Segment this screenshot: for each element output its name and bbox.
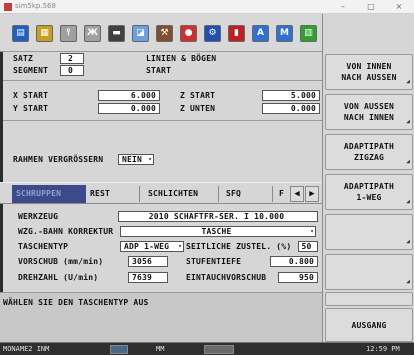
- chevron-down-icon: ▾: [310, 228, 314, 235]
- z-unten-field[interactable]: 0.000: [262, 103, 320, 114]
- corner-mark-icon: ◢: [406, 278, 410, 285]
- softkey-inside-out[interactable]: VON INNEN NACH AUSSEN ◢: [325, 54, 413, 90]
- corner-mark-icon: ◢: [406, 238, 410, 245]
- status-units: MM: [156, 345, 165, 353]
- x-start-label: X START: [13, 91, 49, 100]
- segment-label: SEGMENT: [13, 66, 49, 75]
- z-unten-label: Z UNTEN: [180, 104, 216, 113]
- colors-icon[interactable]: ●: [180, 25, 197, 42]
- satz-label: SATZ: [13, 54, 34, 63]
- softkey-empty-5[interactable]: ◢: [325, 214, 413, 250]
- eintauchvorschub-field[interactable]: 950: [278, 272, 318, 283]
- bahn-korrektur-value: TASCHE: [201, 227, 232, 236]
- y-start-label: Y START: [13, 104, 49, 113]
- eintauchvorschub-label: EINTAUCHVORSCHUB: [186, 273, 267, 282]
- tab-schlichten[interactable]: SCHLICHTEN: [148, 187, 198, 201]
- app-icon: [4, 3, 12, 11]
- seitliche-zustellung-field[interactable]: 50: [298, 241, 318, 252]
- tab-bar: SCHRUPPEN REST SCHLICHTEN SFQ F ◀ ▶: [0, 182, 322, 204]
- z-start-label: Z START: [180, 91, 216, 100]
- maximize-button[interactable]: □: [358, 0, 384, 14]
- softkey-empty-7[interactable]: [325, 292, 413, 306]
- softkey-label: AUSGANG: [351, 320, 387, 330]
- tab-sfq[interactable]: SFQ: [226, 187, 241, 201]
- bahn-korrektur-select[interactable]: TASCHE ▾: [120, 226, 316, 237]
- tools-icon[interactable]: ⚒: [156, 25, 173, 42]
- corner-mark-icon: ◢: [406, 198, 410, 205]
- softkey-empty-6[interactable]: ◢: [325, 254, 413, 290]
- werkzeug-field[interactable]: 2010 SCHAFTFR-SER. I 10.000: [118, 211, 318, 222]
- status-indicator: [110, 345, 128, 354]
- scroll-right-icon[interactable]: ▶: [305, 186, 319, 202]
- y-start-field[interactable]: 0.000: [98, 103, 160, 114]
- softkey-label: ADAPTIPATH ZIGZAG: [343, 142, 395, 162]
- scroll-left-icon[interactable]: ◀: [290, 186, 304, 202]
- graph-icon[interactable]: ▦: [36, 25, 53, 42]
- taschentyp-value: ADP 1-WEG: [124, 242, 170, 251]
- drehzahl-field[interactable]: 7639: [128, 272, 168, 283]
- z-start-field[interactable]: 5.000: [262, 90, 320, 101]
- werkzeug-label: WERKZEUG: [18, 212, 59, 221]
- corner-mark-icon: ◢: [406, 78, 410, 85]
- mode-sublabel: START: [146, 66, 172, 75]
- flag-icon[interactable]: ▮: [228, 25, 245, 42]
- status-indicator: [204, 345, 234, 354]
- tab-rest[interactable]: REST: [90, 187, 110, 201]
- vorschub-label: VORSCHUB (mm/min): [18, 257, 104, 266]
- frame-enlarge-label: RAHMEN VERGRÖSSERN: [13, 155, 104, 164]
- x-start-field[interactable]: 6.000: [98, 90, 160, 101]
- title-bar: sim5kp.568 – □ ×: [0, 0, 414, 14]
- corner-mark-icon: ◢: [406, 158, 410, 165]
- program-icon[interactable]: ▤: [12, 25, 29, 42]
- gear-icon[interactable]: ⚙: [204, 25, 221, 42]
- softkey-exit[interactable]: AUSGANG: [325, 308, 413, 342]
- taschentyp-select[interactable]: ADP 1-WEG ▾: [120, 241, 184, 252]
- message-area: WÄHLEN SIE DEN TASCHENTYP AUS: [0, 292, 322, 342]
- prompt-message: WÄHLEN SIE DEN TASCHENTYP AUS: [3, 298, 149, 307]
- softkey-adaptipath-1weg[interactable]: ADAPTIPATH 1-WEG ◢: [325, 174, 413, 210]
- softkey-panel: VON INNEN NACH AUSSEN ◢ VON AUSSEN NACH I…: [322, 14, 414, 342]
- close-button[interactable]: ×: [386, 0, 412, 14]
- divider: [3, 120, 322, 121]
- stufentiefe-field[interactable]: 0.800: [270, 256, 318, 267]
- status-bar: MONAME2 INM MM 12:59 PM: [0, 342, 414, 355]
- tab-schruppen[interactable]: SCHRUPPEN: [12, 185, 86, 203]
- taschentyp-label: TASCHENTYP: [18, 242, 69, 251]
- corner-mark-icon: ◢: [406, 118, 410, 125]
- status-program-name: MONAME2 INM: [3, 345, 50, 353]
- softkey-label: VON AUSSEN NACH INNEN: [343, 102, 395, 122]
- tab-divider: [272, 186, 273, 202]
- auto-man-icon[interactable]: M: [276, 25, 293, 42]
- drehzahl-label: DREHZAHL (U/min): [18, 273, 99, 282]
- chevron-down-icon: ▾: [178, 243, 182, 250]
- segment-field[interactable]: 0: [60, 65, 84, 76]
- machine-icon[interactable]: ▬: [108, 25, 125, 42]
- stufentiefe-label: STUFENTIEFE: [186, 257, 242, 266]
- status-time: 12:59 PM: [366, 345, 400, 353]
- frame-enlarge-select[interactable]: NEIN ▾: [118, 154, 154, 165]
- minimize-button[interactable]: –: [330, 0, 356, 14]
- tab-more[interactable]: F: [279, 187, 284, 201]
- softkey-adaptipath-zigzag[interactable]: ADAPTIPATH ZIGZAG ◢: [325, 134, 413, 170]
- book-icon[interactable]: ▥: [300, 25, 317, 42]
- chevron-down-icon: ▾: [148, 156, 152, 163]
- satz-field[interactable]: 2: [60, 53, 84, 64]
- softkey-outside-in[interactable]: VON AUSSEN NACH INNEN ◢: [325, 94, 413, 130]
- softkey-label: ADAPTIPATH 1-WEG: [343, 182, 395, 202]
- vorschub-field[interactable]: 3056: [128, 256, 168, 267]
- bahn-korrektur-label: WZG.-BAHN KORREKTUR: [18, 227, 114, 236]
- tool-icon[interactable]: ⫯: [60, 25, 77, 42]
- window-title: sim5kp.568: [15, 2, 56, 10]
- auto-icon[interactable]: A: [252, 25, 269, 42]
- softkey-label: VON INNEN NACH AUSSEN: [341, 62, 397, 82]
- seitliche-zustellung-label: SEITLICHE ZUSTEL. (%): [186, 242, 292, 251]
- divider: [3, 80, 322, 81]
- chart-icon[interactable]: ◪: [132, 25, 149, 42]
- mode-label: LINIEN & BÖGEN: [146, 54, 217, 63]
- tab-divider: [218, 186, 219, 202]
- cut-icon[interactable]: Ж: [84, 25, 101, 42]
- frame-enlarge-value: NEIN: [122, 155, 143, 164]
- tab-divider: [139, 186, 140, 202]
